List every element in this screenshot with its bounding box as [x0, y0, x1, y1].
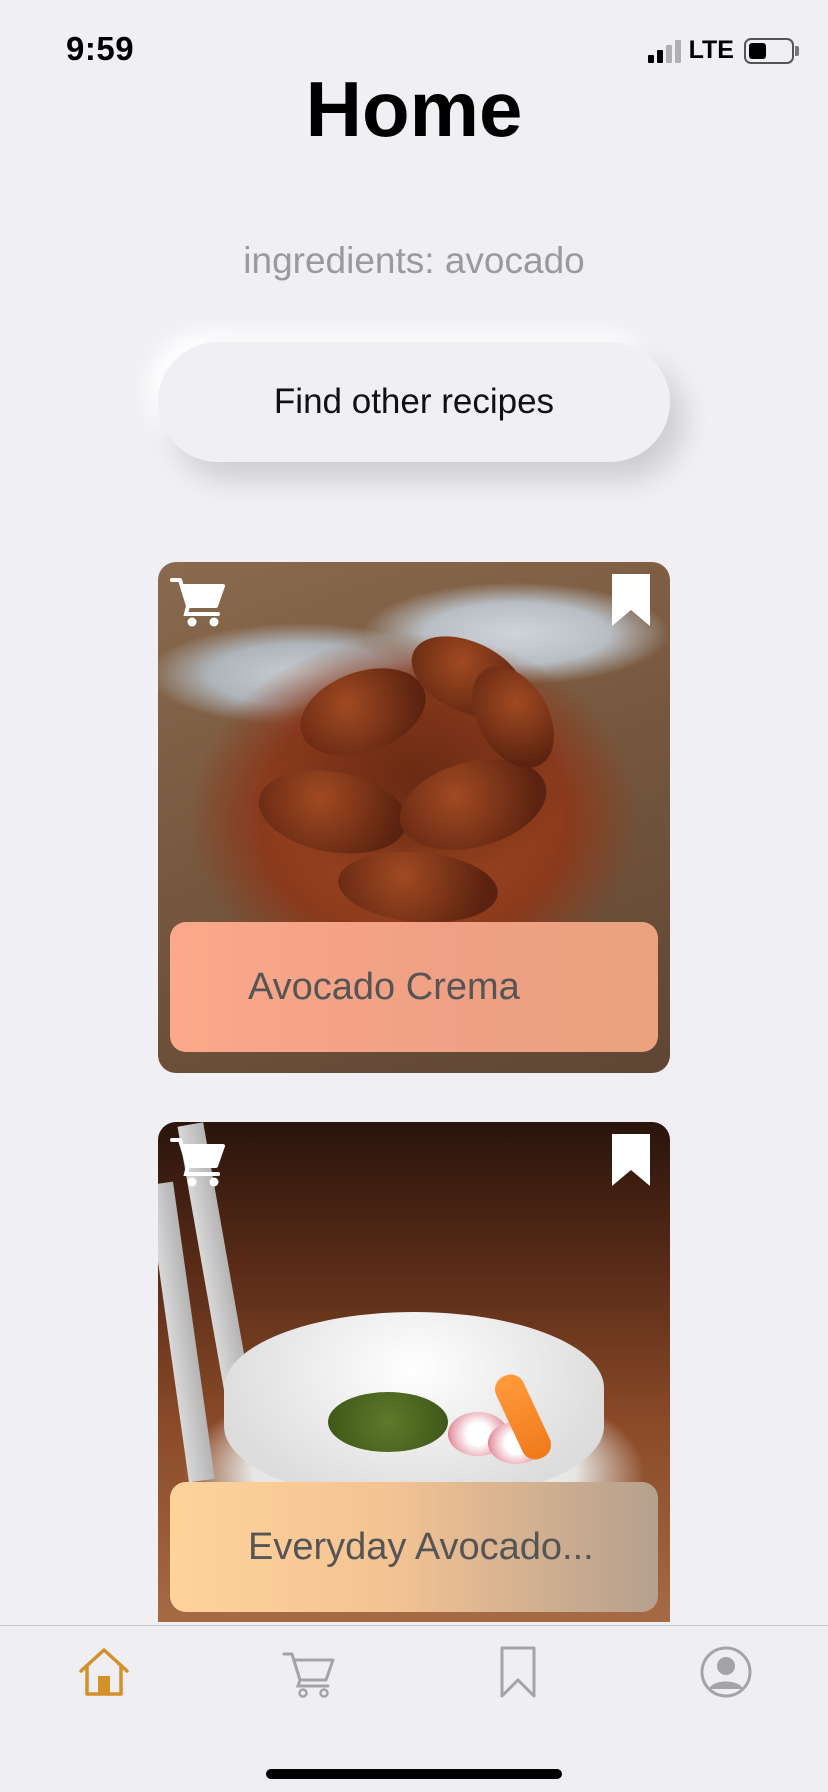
- bookmark-icon[interactable]: [610, 572, 652, 628]
- tab-profile[interactable]: [698, 1644, 754, 1700]
- network-type: LTE: [688, 36, 734, 64]
- bookmark-icon[interactable]: [610, 1132, 652, 1188]
- home-screen: 9:59 LTE Home ingredients: avocado Find …: [0, 0, 828, 1792]
- ingredients-subtitle: ingredients: avocado: [243, 240, 585, 281]
- signal-icon: [647, 39, 681, 63]
- recipe-card[interactable]: Avocado Crema: [158, 562, 670, 1073]
- find-other-recipes-button[interactable]: Find other recipes: [158, 342, 670, 462]
- recipe-title: Everyday Avocado...: [170, 1482, 658, 1612]
- profile-icon: [700, 1646, 752, 1698]
- home-indicator: [266, 1769, 562, 1779]
- battery-icon: [744, 37, 799, 64]
- tab-saved[interactable]: [490, 1644, 546, 1700]
- status-time: 9:59: [66, 30, 135, 67]
- cart-icon: [282, 1652, 335, 1698]
- add-to-cart-icon[interactable]: [170, 574, 228, 628]
- tab-cart[interactable]: [282, 1644, 338, 1700]
- recipe-title: Avocado Crema: [170, 922, 658, 1052]
- home-icon: [79, 1648, 129, 1696]
- bookmark-icon: [500, 1646, 536, 1698]
- recipe-card[interactable]: Everyday Avocado...: [158, 1122, 670, 1622]
- tab-home[interactable]: [76, 1644, 132, 1700]
- page-title: Home: [305, 65, 523, 153]
- status-indicators: LTE: [647, 36, 799, 65]
- tab-bar: [0, 1625, 828, 1792]
- add-to-cart-icon[interactable]: [170, 1134, 228, 1188]
